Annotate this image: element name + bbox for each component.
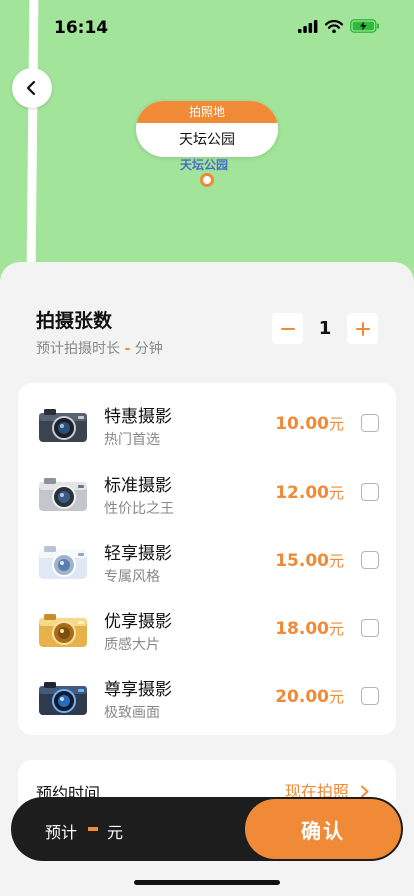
estimated-duration-unit: 分钟 (134, 341, 163, 357)
status-time: 16:14 (54, 18, 109, 38)
package-name: 优享摄影 (104, 612, 172, 632)
increment-button[interactable] (347, 313, 378, 344)
photo-count-value: 1 (318, 318, 332, 339)
package-checkbox[interactable] (361, 619, 379, 637)
camera-dark-icon (39, 409, 87, 442)
package-item[interactable]: 优享摄影 质感大片 18.00元 (18, 604, 396, 664)
package-checkbox[interactable] (361, 551, 379, 569)
package-checkbox[interactable] (361, 687, 379, 705)
package-desc: 专属风格 (104, 569, 160, 585)
status-bar: 16:14 (0, 0, 414, 54)
package-price-amount: 12.00 (275, 483, 329, 503)
plus-icon (355, 321, 370, 336)
photo-count-title: 拍摄张数 (36, 310, 113, 332)
home-indicator (134, 880, 280, 885)
package-price-unit: 元 (328, 415, 344, 433)
estimated-duration: 预计拍摄时长 - 分钟 (36, 338, 163, 358)
package-name: 尊享摄影 (104, 680, 172, 700)
chevron-left-icon (26, 80, 36, 96)
package-price-unit: 元 (328, 484, 344, 502)
location-card: 拍照地 天坛公园 (136, 101, 278, 157)
battery-charging-icon (350, 19, 379, 33)
package-name: 特惠摄影 (104, 407, 172, 427)
package-price: 15.00元 (275, 550, 344, 571)
confirm-button[interactable]: 确认 (245, 799, 401, 859)
total-label: 预计 (45, 823, 78, 842)
package-item[interactable]: 特惠摄影 热门首选 10.00元 (18, 399, 396, 459)
package-price-unit: 元 (328, 620, 344, 638)
wifi-icon (325, 19, 343, 33)
package-name: 轻享摄影 (104, 544, 172, 564)
minus-icon (280, 327, 295, 330)
location-pin-icon (200, 173, 214, 187)
package-checkbox[interactable] (361, 483, 379, 501)
package-desc: 热门首选 (104, 432, 160, 448)
package-price-unit: 元 (328, 552, 344, 570)
package-price-amount: 18.00 (275, 619, 329, 639)
camera-blue-icon (39, 682, 87, 715)
total-amount-placeholder (88, 827, 98, 831)
package-price-amount: 15.00 (275, 551, 329, 571)
package-price-amount: 20.00 (275, 687, 329, 707)
package-price: 12.00元 (275, 482, 344, 503)
package-desc: 极致画面 (104, 705, 160, 721)
package-price-unit: 元 (328, 688, 344, 706)
package-price: 20.00元 (275, 686, 344, 707)
camera-silver-icon (39, 478, 87, 511)
photo-count-stepper: 1 (272, 313, 378, 344)
package-name: 标准摄影 (104, 476, 172, 496)
back-button[interactable] (12, 68, 52, 108)
decrement-button[interactable] (272, 313, 303, 344)
map-place-label: 天坛公园 (180, 158, 229, 172)
package-price-amount: 10.00 (275, 414, 329, 434)
package-item[interactable]: 尊享摄影 极致画面 20.00元 (18, 672, 396, 732)
camera-gold-icon (39, 614, 87, 647)
package-desc: 性价比之王 (104, 501, 174, 517)
package-item[interactable]: 轻享摄影 专属风格 15.00元 (18, 536, 396, 596)
signal-icon (298, 19, 318, 33)
package-price: 10.00元 (275, 413, 344, 434)
package-desc: 质感大片 (104, 637, 160, 653)
package-list: 特惠摄影 热门首选 10.00元 标准摄影 性价比之王 12.00元 轻享摄影 … (18, 383, 396, 735)
package-price: 18.00元 (275, 618, 344, 639)
location-card-name: 天坛公园 (179, 132, 235, 148)
package-item[interactable]: 标准摄影 性价比之王 12.00元 (18, 468, 396, 528)
package-checkbox[interactable] (361, 414, 379, 432)
total-unit: 元 (107, 823, 124, 842)
estimated-duration-label: 预计拍摄时长 (36, 341, 120, 357)
location-card-header: 拍照地 (136, 101, 278, 123)
checkout-bar: 预计 元 确认 (11, 797, 403, 861)
camera-white-icon (39, 546, 87, 579)
estimated-duration-value: - (124, 341, 131, 357)
